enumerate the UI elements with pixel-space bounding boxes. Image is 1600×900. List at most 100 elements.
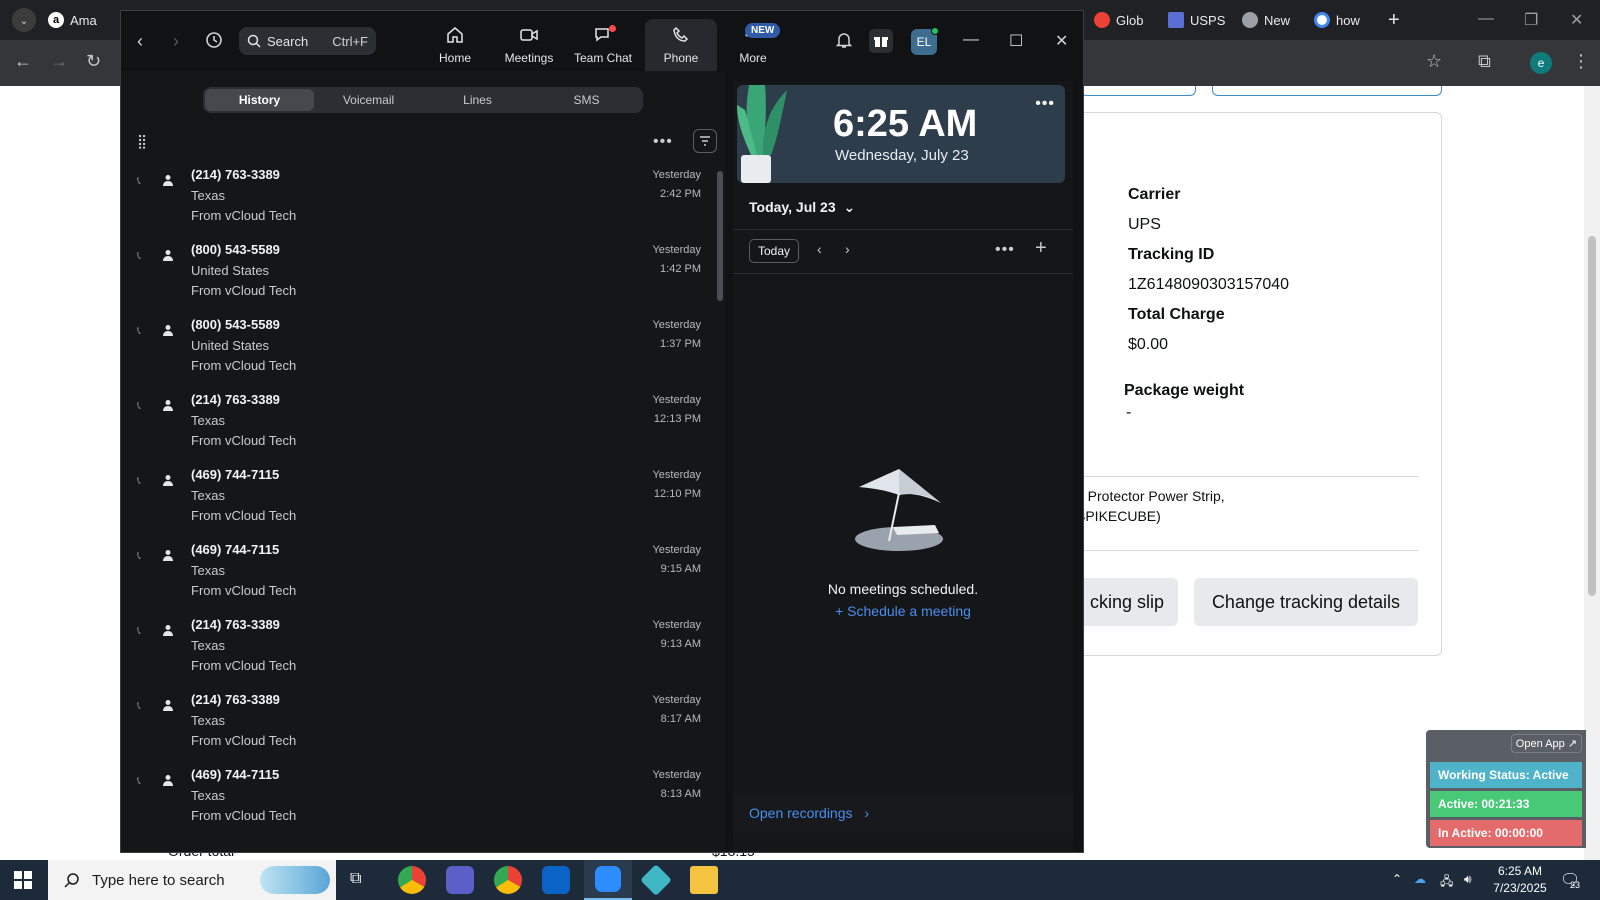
- calendar-more-icon[interactable]: •••: [995, 241, 1015, 259]
- call-time: 9:15 AM: [660, 563, 701, 575]
- minimize-icon[interactable]: —: [963, 31, 979, 49]
- back-icon[interactable]: ←: [14, 51, 32, 72]
- extensions-icon[interactable]: ⧉: [1478, 51, 1491, 72]
- call-time: 2:42 PM: [660, 188, 701, 200]
- call-time: 1:42 PM: [660, 263, 701, 275]
- tab-voicemail[interactable]: Voicemail: [314, 89, 423, 111]
- list-item[interactable]: 📞︎ (469) 744-7115 Texas From vCloud Tech…: [121, 463, 709, 538]
- task-view-icon[interactable]: ⧉: [350, 870, 361, 888]
- teams-icon[interactable]: [446, 866, 474, 894]
- history-icon[interactable]: [205, 31, 223, 54]
- carrier-value: UPS: [1128, 216, 1161, 233]
- forward-icon[interactable]: →: [50, 51, 68, 72]
- close-icon[interactable]: ✕: [1570, 10, 1583, 30]
- schedule-meeting-link[interactable]: + Schedule a meeting: [733, 603, 1073, 619]
- tab-home[interactable]: Home: [419, 19, 491, 71]
- google-icon: [1314, 12, 1330, 28]
- browser-tab-amazon[interactable]: a Ama: [48, 8, 97, 32]
- browser-tab-new[interactable]: New: [1242, 8, 1290, 32]
- more-options-icon[interactable]: •••: [653, 133, 673, 151]
- app-diamond-icon[interactable]: [640, 864, 672, 896]
- tab-history[interactable]: History: [205, 89, 314, 111]
- amazon-top-button-right[interactable]: [1212, 86, 1442, 96]
- call-day: Yesterday: [652, 769, 701, 781]
- next-day-icon[interactable]: ›: [845, 241, 850, 257]
- list-item[interactable]: 📞︎ (214) 763-3389 Texas From vCloud Tech…: [121, 613, 709, 688]
- browser-menu-icon[interactable]: ⋮: [1572, 51, 1590, 72]
- profile-avatar[interactable]: e: [1530, 52, 1552, 74]
- chrome-profile-icon[interactable]: [494, 866, 522, 894]
- call-day: Yesterday: [652, 169, 701, 181]
- chrome-icon[interactable]: [398, 866, 426, 894]
- windows-taskbar: Type here to search ⧉ ⌃ ☁ 🖧︎ 🔊︎ 6:25 AM …: [0, 860, 1600, 900]
- file-explorer-icon[interactable]: [690, 866, 718, 894]
- total-charge-label: Total Charge: [1128, 306, 1225, 323]
- outlook-icon[interactable]: [542, 866, 570, 894]
- today-button[interactable]: Today: [749, 239, 799, 263]
- caller-line: From vCloud Tech: [191, 658, 297, 673]
- tab-search-chevron-icon[interactable]: ⌄: [12, 8, 36, 32]
- browser-tab-usps[interactable]: USPS: [1168, 8, 1225, 32]
- windows-start-icon[interactable]: [14, 871, 32, 894]
- tab-label: Team Chat: [573, 51, 633, 65]
- tab-team-chat[interactable]: Team Chat: [567, 19, 639, 71]
- open-recordings-link[interactable]: Open recordings ›: [749, 805, 869, 821]
- taskbar-search-input[interactable]: Type here to search: [48, 860, 336, 900]
- new-tab-button[interactable]: +: [1388, 8, 1400, 32]
- zoom-app-icon[interactable]: [584, 860, 632, 900]
- volume-icon[interactable]: 🔊︎: [1464, 872, 1472, 887]
- list-item[interactable]: 📞︎ (469) 744-7115 Texas From vCloud Tech…: [121, 763, 709, 838]
- amazon-top-button-left[interactable]: [1080, 86, 1196, 96]
- tab-phone[interactable]: Phone: [645, 19, 717, 71]
- taskbar-date[interactable]: 7/23/2025: [1484, 881, 1556, 895]
- beach-umbrella-icon: [855, 469, 943, 551]
- minimize-icon[interactable]: —: [1478, 10, 1494, 28]
- tab-sms[interactable]: SMS: [532, 89, 641, 111]
- reload-icon[interactable]: ↻: [86, 51, 101, 72]
- page-scrollbar[interactable]: [1584, 86, 1600, 860]
- filter-icon[interactable]: [693, 129, 717, 153]
- browser-tab-label: Ama: [70, 12, 97, 28]
- bookmark-star-icon[interactable]: ☆: [1426, 51, 1442, 72]
- page-scrollbar-thumb[interactable]: [1588, 236, 1596, 596]
- list-item[interactable]: 📞︎ (214) 763-3389 Texas From vCloud Tech…: [121, 388, 709, 463]
- search-icon: [247, 34, 261, 48]
- history-scrollbar[interactable]: [717, 171, 723, 301]
- dialpad-icon[interactable]: ⣿: [137, 133, 147, 150]
- prev-day-icon[interactable]: ‹: [817, 241, 822, 257]
- caller-location: Texas: [191, 188, 225, 203]
- browser-tab-glob[interactable]: Glob: [1094, 8, 1143, 32]
- list-item[interactable]: 📞︎ (214) 763-3389 Texas From vCloud Tech…: [121, 163, 709, 238]
- clock-time: 6:25 AM: [833, 103, 978, 145]
- item-title-line2[interactable]: SPIKECUBE): [1076, 508, 1161, 524]
- clock-more-icon[interactable]: •••: [1035, 95, 1055, 113]
- change-tracking-details-button[interactable]: Change tracking details: [1194, 578, 1418, 626]
- list-item[interactable]: 📞︎ (800) 543-5589 United States From vCl…: [121, 238, 709, 313]
- chevron-up-icon[interactable]: ⌃: [1392, 872, 1402, 886]
- bell-icon[interactable]: [835, 31, 853, 54]
- close-icon[interactable]: ✕: [1055, 31, 1068, 51]
- caller-location: Texas: [191, 563, 225, 578]
- gift-icon[interactable]: [869, 29, 893, 53]
- taskbar-time[interactable]: 6:25 AM: [1488, 864, 1552, 878]
- date-dropdown[interactable]: Today, Jul 23 ⌄: [749, 199, 855, 216]
- item-title-line1[interactable]: e Protector Power Strip,: [1076, 488, 1225, 504]
- list-item[interactable]: 📞︎ (214) 763-3389 Texas From vCloud Tech…: [121, 688, 709, 763]
- list-item[interactable]: 📞︎ (469) 744-7115 Texas From vCloud Tech…: [121, 538, 709, 613]
- forward-icon[interactable]: ›: [173, 31, 179, 52]
- onedrive-icon[interactable]: ☁: [1414, 872, 1426, 886]
- browser-tab-how[interactable]: how: [1314, 8, 1360, 32]
- working-status-widget: Open App ↗ Working Status: Active Active…: [1426, 730, 1586, 848]
- tab-meetings[interactable]: Meetings: [493, 19, 565, 71]
- add-meeting-icon[interactable]: +: [1035, 237, 1047, 260]
- open-app-button[interactable]: Open App ↗: [1510, 734, 1582, 753]
- maximize-icon[interactable]: ☐: [1009, 31, 1023, 51]
- restore-icon[interactable]: ❐: [1524, 10, 1538, 30]
- search-input[interactable]: Search Ctrl+F: [239, 27, 376, 55]
- network-icon[interactable]: 🖧︎: [1440, 872, 1453, 893]
- back-icon[interactable]: ‹: [137, 31, 143, 52]
- list-item[interactable]: 📞︎ (800) 543-5589 United States From vCl…: [121, 313, 709, 388]
- tab-lines[interactable]: Lines: [423, 89, 532, 111]
- browser-tab-label: how: [1336, 12, 1360, 28]
- browser-tab-label: USPS: [1190, 12, 1226, 28]
